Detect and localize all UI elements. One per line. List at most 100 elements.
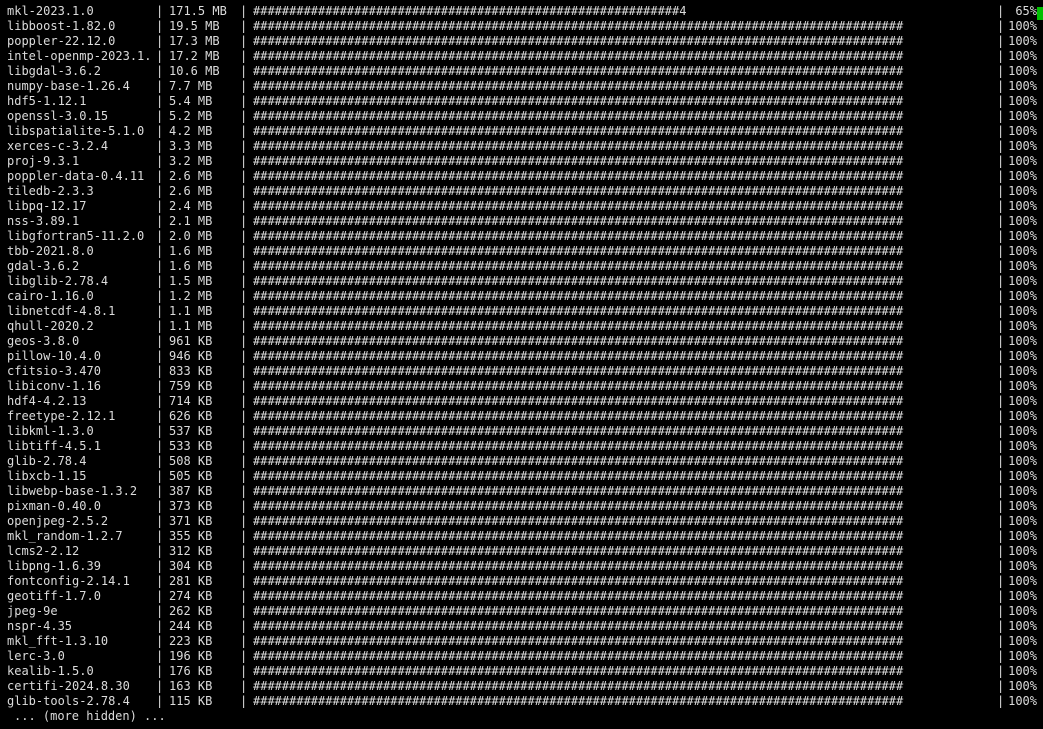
package-name: lcms2-2.12 bbox=[7, 544, 80, 558]
terminal-output[interactable]: mkl-2023.1.0 | 171.5 MB | ##################… bbox=[0, 0, 1043, 729]
progress-percent: 100% bbox=[1008, 469, 1037, 483]
progress-percent: 100% bbox=[1008, 499, 1037, 513]
column-separator: | bbox=[156, 424, 164, 438]
package-size: 3.3 MB bbox=[169, 139, 213, 153]
progress-bar: ########################################… bbox=[253, 409, 904, 423]
progress-bar: ########################################… bbox=[253, 439, 904, 453]
column-separator: | bbox=[240, 379, 248, 393]
package-size: 759 KB bbox=[169, 379, 213, 393]
package-row: libwebp-base-1.3.2 | 387 KB | ##############… bbox=[0, 484, 1043, 499]
progress-percent: 100% bbox=[1008, 589, 1037, 603]
column-separator: | bbox=[156, 109, 164, 123]
column-separator: | bbox=[997, 64, 1005, 78]
package-name: qhull-2020.2 bbox=[7, 319, 94, 333]
column-separator: | bbox=[240, 94, 248, 108]
column-separator: | bbox=[997, 169, 1005, 183]
column-separator: | bbox=[240, 619, 248, 633]
column-separator: | bbox=[156, 589, 164, 603]
column-separator: | bbox=[997, 649, 1005, 663]
package-row: cairo-1.16.0 | 1.2 MB | ####################… bbox=[0, 289, 1043, 304]
column-separator: | bbox=[156, 19, 164, 33]
package-size: 1.5 MB bbox=[169, 274, 213, 288]
column-separator: | bbox=[156, 559, 164, 573]
column-separator: | bbox=[997, 559, 1005, 573]
package-name: mkl-2023.1.0 bbox=[7, 4, 94, 18]
package-row: jpeg-9e | 262 KB | #########################… bbox=[0, 604, 1043, 619]
column-separator: | bbox=[156, 199, 164, 213]
progress-bar: ########################################… bbox=[253, 574, 904, 588]
column-separator: | bbox=[156, 124, 164, 138]
column-separator: | bbox=[240, 574, 248, 588]
package-name: poppler-data-0.4.11 bbox=[7, 169, 145, 183]
package-name: libpng-1.6.39 bbox=[7, 559, 101, 573]
column-separator: | bbox=[997, 694, 1005, 708]
package-name: tbb-2021.8.0 bbox=[7, 244, 94, 258]
progress-bar: ########################################… bbox=[253, 664, 904, 678]
package-name: glib-2.78.4 bbox=[7, 454, 87, 468]
column-separator: | bbox=[156, 259, 164, 273]
column-separator: | bbox=[240, 319, 248, 333]
progress-bar: ########################################… bbox=[253, 604, 904, 618]
package-row: glib-tools-2.78.4 | 115 KB | ###############… bbox=[0, 694, 1043, 709]
column-separator: | bbox=[156, 439, 164, 453]
package-row: hdf5-1.12.1 | 5.4 MB | #####################… bbox=[0, 94, 1043, 109]
column-separator: | bbox=[156, 79, 164, 93]
column-separator: | bbox=[997, 259, 1005, 273]
progress-bar: ########################################… bbox=[253, 184, 904, 198]
progress-bar: ########################################… bbox=[253, 19, 904, 33]
column-separator: | bbox=[997, 94, 1005, 108]
column-separator: | bbox=[240, 304, 248, 318]
column-separator: | bbox=[156, 694, 164, 708]
progress-bar: ########################################… bbox=[253, 214, 904, 228]
package-name: intel-openmp-2023.1. bbox=[7, 49, 152, 63]
column-separator: | bbox=[997, 499, 1005, 513]
column-separator: | bbox=[240, 544, 248, 558]
column-separator: | bbox=[240, 529, 248, 543]
package-row: certifi-2024.8.30 | 163 KB | ###############… bbox=[0, 679, 1043, 694]
package-row: libtiff-4.5.1 | 533 KB | ###################… bbox=[0, 439, 1043, 454]
progress-percent: 100% bbox=[1008, 574, 1037, 588]
column-separator: | bbox=[240, 604, 248, 618]
package-row: tbb-2021.8.0 | 1.6 MB | ####################… bbox=[0, 244, 1043, 259]
column-separator: | bbox=[156, 379, 164, 393]
column-separator: | bbox=[240, 34, 248, 48]
progress-bar: ########################################… bbox=[253, 589, 904, 603]
package-size: 1.1 MB bbox=[169, 304, 213, 318]
package-name: openssl-3.0.15 bbox=[7, 109, 109, 123]
package-size: 304 KB bbox=[169, 559, 213, 573]
package-size: 176 KB bbox=[169, 664, 213, 678]
package-size: 961 KB bbox=[169, 334, 213, 348]
more-hidden-text: ... (more hidden) ... bbox=[14, 709, 166, 723]
package-size: 3.2 MB bbox=[169, 154, 213, 168]
package-row: libpng-1.6.39 | 304 KB | ###################… bbox=[0, 559, 1043, 574]
column-separator: | bbox=[156, 154, 164, 168]
column-separator: | bbox=[156, 139, 164, 153]
package-name: freetype-2.12.1 bbox=[7, 409, 116, 423]
package-name: proj-9.3.1 bbox=[7, 154, 80, 168]
column-separator: | bbox=[997, 424, 1005, 438]
column-separator: | bbox=[997, 634, 1005, 648]
progress-percent: 100% bbox=[1008, 64, 1037, 78]
column-separator: | bbox=[240, 394, 248, 408]
progress-bar: ########################################… bbox=[253, 304, 904, 318]
progress-percent: 100% bbox=[1008, 259, 1037, 273]
column-separator: | bbox=[240, 664, 248, 678]
package-size: 2.0 MB bbox=[169, 229, 213, 243]
package-row: numpy-base-1.26.4 | 7.7 MB | ###############… bbox=[0, 79, 1043, 94]
column-separator: | bbox=[240, 589, 248, 603]
package-name: fontconfig-2.14.1 bbox=[7, 574, 130, 588]
column-separator: | bbox=[240, 559, 248, 573]
column-separator: | bbox=[156, 214, 164, 228]
progress-bar: ########################################… bbox=[253, 244, 904, 258]
column-separator: | bbox=[156, 679, 164, 693]
column-separator: | bbox=[240, 214, 248, 228]
progress-percent: 100% bbox=[1008, 244, 1037, 258]
progress-percent: 100% bbox=[1008, 319, 1037, 333]
package-row: pillow-10.4.0 | 946 KB | ###################… bbox=[0, 349, 1043, 364]
package-row: libspatialite-5.1.0 | 4.2 MB | #############… bbox=[0, 124, 1043, 139]
progress-bar: ########################################… bbox=[253, 349, 904, 363]
package-row: kealib-1.5.0 | 176 KB | ####################… bbox=[0, 664, 1043, 679]
package-size: 1.1 MB bbox=[169, 319, 213, 333]
progress-percent: 100% bbox=[1008, 154, 1037, 168]
column-separator: | bbox=[997, 79, 1005, 93]
